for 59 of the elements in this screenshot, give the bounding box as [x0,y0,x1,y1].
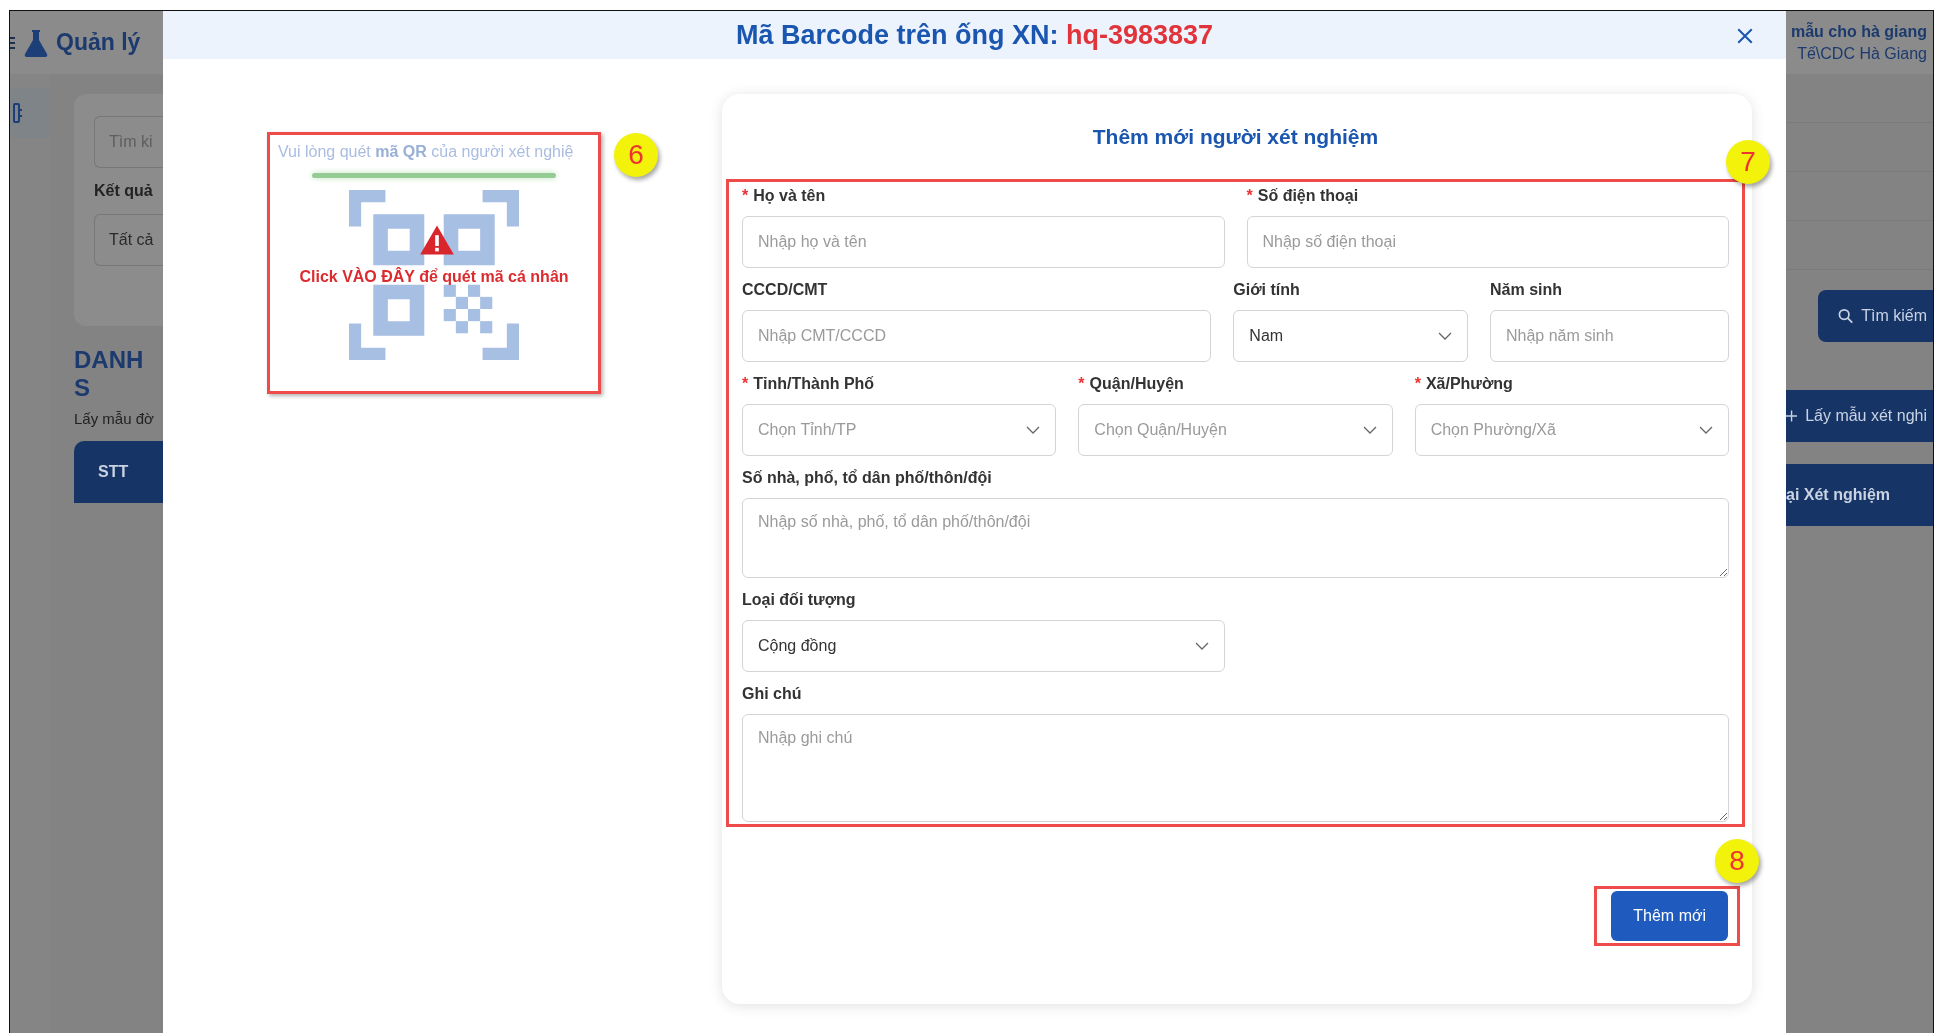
org-path: Tế\CDC Hà Giang [1797,44,1927,63]
required-mark: * [1078,375,1085,393]
flask-icon [24,27,48,58]
search-icon [1838,308,1854,324]
app-title: Quản lý [56,29,141,56]
field-label: Giới tính [1233,281,1300,299]
text-area[interactable]: Nhập ghi chú [742,714,1729,822]
form-title: Thêm mới người xét nghiệm [1092,124,1379,149]
chevron-down-icon [1699,426,1713,434]
scan-hint: Vui lòng quét mã QR của người xét nghiệ [277,143,574,161]
field-label: Quận/Huyện [1089,375,1184,393]
chevron-down-icon [1438,332,1452,340]
field-label: Loại đối tượng [742,591,856,609]
text-input[interactable]: Nhập họ và tên [742,216,1225,268]
required-mark: * [742,375,749,393]
required-mark: * [1246,187,1253,205]
add-button[interactable]: Lấy mẫu xét nghi [1786,390,1933,442]
list-title: DANH S [74,346,145,402]
required-mark: * [742,187,749,205]
step-number-badge: 6 [614,133,658,177]
plus-icon [1786,410,1798,422]
step-number-badge: 8 [1715,838,1759,883]
dialog-title: Mã Barcode trên ống XN: hq-3983837 [735,19,1214,51]
field-label: Năm sinh [1490,281,1562,299]
warning-icon [419,224,455,256]
search-button[interactable]: Tìm kiếm [1818,290,1933,342]
scan-action-text[interactable]: Click VÀO ĐÂY để quét mã cá nhân [284,268,584,286]
submit-button[interactable]: Thêm mới [1611,890,1728,941]
chevron-down-icon [1194,642,1209,650]
filter-label: Kết quả [94,182,154,200]
field-label: Số điện thoại [1257,187,1359,205]
column-header: ại Xét nghiệm [1786,486,1891,504]
list-subtitle: Lấy mẫu đờ [74,410,155,427]
sidebar-item[interactable] [10,88,50,138]
select-field[interactable]: Nam [1233,310,1468,362]
close-icon[interactable] [1736,27,1754,45]
step-number-badge: 7 [1726,140,1770,184]
qr-scanner[interactable]: Click VÀO ĐÂY để quét mã cá nhân [284,186,584,366]
text-input[interactable]: Nhập số điện thoại [1246,216,1729,268]
menu-icon[interactable] [10,35,16,50]
select-field[interactable]: Cộng đồng [742,620,1225,672]
field-label: Tỉnh/Thành Phố [753,375,875,393]
org-name: mẫu cho hà giang [1791,22,1927,41]
field-label: Ghi chú [742,685,802,703]
select-field[interactable]: Chọn Phường/Xã [1414,404,1729,456]
required-mark: * [1414,375,1421,393]
text-input[interactable]: Nhập năm sinh [1490,310,1729,362]
chevron-down-icon [1026,426,1041,434]
device-icon [13,102,23,124]
chevron-down-icon [1362,426,1377,434]
text-input[interactable]: Nhập CMT/CCCD [742,310,1212,362]
column-header: STT [98,463,129,481]
field-label: CCCD/CMT [742,281,828,299]
select-field[interactable]: Chọn Quận/Huyện [1078,404,1393,456]
field-label: Xã/Phường [1425,375,1513,393]
field-label: Số nhà, phố, tổ dân phố/thôn/đội [742,469,992,487]
field-label: Họ và tên [753,187,826,205]
text-area[interactable]: Nhập số nhà, phố, tổ dân phố/thôn/đội [742,498,1729,578]
select-field[interactable]: Chọn Tỉnh/TP [742,404,1057,456]
